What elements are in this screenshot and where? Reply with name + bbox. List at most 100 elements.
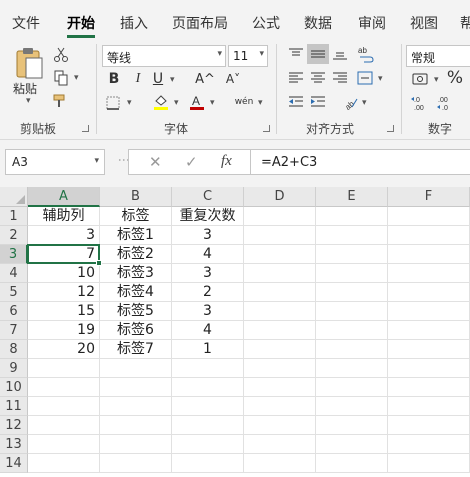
italic-button[interactable]: I (130, 70, 146, 88)
tab-data[interactable]: 数据 (304, 13, 332, 33)
decrease-indent-icon[interactable] (287, 94, 305, 110)
cell-a1[interactable]: 辅助列 (28, 207, 100, 226)
tab-file[interactable]: 文件 (12, 13, 40, 33)
cell-a4[interactable]: 10 (28, 264, 100, 283)
tab-help[interactable]: 帮 (460, 13, 470, 33)
cell-c7[interactable]: 4 (172, 321, 244, 340)
cell-e6[interactable] (316, 302, 388, 321)
cell-a13[interactable] (28, 435, 100, 454)
cell-f10[interactable] (388, 378, 470, 397)
cell-e10[interactable] (316, 378, 388, 397)
clipboard-launcher-icon[interactable] (82, 125, 89, 132)
cell-d9[interactable] (244, 359, 316, 378)
fill-handle[interactable] (96, 260, 102, 266)
cell-f11[interactable] (388, 397, 470, 416)
cell-d2[interactable] (244, 226, 316, 245)
cell-a6[interactable]: 15 (28, 302, 100, 321)
tab-view[interactable]: 视图 (410, 13, 438, 33)
align-right-icon[interactable] (331, 70, 349, 86)
cell-f14[interactable] (388, 454, 470, 473)
cancel-icon[interactable]: ✕ (149, 153, 162, 171)
cell-d12[interactable] (244, 416, 316, 435)
tab-review[interactable]: 审阅 (358, 13, 386, 33)
orientation-icon[interactable]: ab (340, 93, 360, 111)
cell-e14[interactable] (316, 454, 388, 473)
orientation-dropdown-icon[interactable]: ▾ (362, 98, 367, 108)
cell-f13[interactable] (388, 435, 470, 454)
paste-label[interactable]: 粘贴 (13, 80, 37, 97)
format-painter-icon[interactable] (52, 92, 70, 110)
cell-b7[interactable]: 标签6 (100, 321, 172, 340)
accounting-format-icon[interactable] (410, 71, 432, 87)
column-header-a[interactable]: A (28, 187, 100, 207)
accounting-dropdown-icon[interactable]: ▾ (434, 75, 439, 85)
merge-center-icon[interactable] (356, 69, 374, 87)
copy-icon[interactable] (52, 69, 70, 87)
cell-b13[interactable] (100, 435, 172, 454)
cell-c5[interactable]: 2 (172, 283, 244, 302)
row-header-8[interactable]: 8 (0, 340, 28, 359)
formula-input[interactable]: =A2+C3 (250, 149, 470, 175)
cell-d10[interactable] (244, 378, 316, 397)
row-header-7[interactable]: 7 (0, 321, 28, 340)
cell-e4[interactable] (316, 264, 388, 283)
align-center-icon[interactable] (309, 70, 327, 86)
cell-e13[interactable] (316, 435, 388, 454)
cell-d6[interactable] (244, 302, 316, 321)
cell-c13[interactable] (172, 435, 244, 454)
font-color-dropdown-icon[interactable]: ▾ (210, 98, 215, 108)
column-header-e[interactable]: E (316, 187, 388, 207)
phonetic-dropdown-icon[interactable]: ▾ (258, 98, 263, 108)
tab-insert[interactable]: 插入 (120, 13, 148, 33)
cell-e3[interactable] (316, 245, 388, 264)
cell-d4[interactable] (244, 264, 316, 283)
cell-e11[interactable] (316, 397, 388, 416)
cell-a8[interactable]: 20 (28, 340, 100, 359)
cell-f2[interactable] (388, 226, 470, 245)
increase-decimal-icon[interactable]: .0.00 (410, 94, 430, 112)
row-header-3[interactable]: 3 (0, 245, 28, 264)
name-box[interactable]: A3 ▾ (5, 149, 105, 175)
cell-b14[interactable] (100, 454, 172, 473)
cell-d1[interactable] (244, 207, 316, 226)
cell-f4[interactable] (388, 264, 470, 283)
paste-dropdown-icon[interactable]: ▾ (26, 96, 31, 106)
cell-a2[interactable]: 3 (28, 226, 100, 245)
shrink-font-button[interactable]: A˅ (224, 70, 242, 88)
tab-formulas[interactable]: 公式 (252, 13, 280, 33)
row-header-13[interactable]: 13 (0, 435, 28, 454)
row-header-14[interactable]: 14 (0, 454, 28, 473)
select-all-button[interactable] (0, 187, 28, 207)
grow-font-button[interactable]: A^ (195, 70, 215, 88)
tab-home[interactable]: 开始 (67, 13, 95, 33)
underline-dropdown-icon[interactable]: ▾ (170, 75, 175, 85)
cell-e8[interactable] (316, 340, 388, 359)
tab-page-layout[interactable]: 页面布局 (172, 13, 228, 33)
column-header-b[interactable]: B (100, 187, 172, 207)
row-header-2[interactable]: 2 (0, 226, 28, 245)
cell-f6[interactable] (388, 302, 470, 321)
fill-color-icon[interactable] (152, 93, 170, 111)
cell-c8[interactable]: 1 (172, 340, 244, 359)
wrap-text-icon[interactable]: ab (356, 44, 376, 64)
cell-b10[interactable] (100, 378, 172, 397)
row-header-5[interactable]: 5 (0, 283, 28, 302)
bold-button[interactable]: B (106, 70, 122, 88)
cell-e2[interactable] (316, 226, 388, 245)
cell-d14[interactable] (244, 454, 316, 473)
enter-icon[interactable]: ✓ (185, 153, 198, 171)
row-header-6[interactable]: 6 (0, 302, 28, 321)
cell-b5[interactable]: 标签4 (100, 283, 172, 302)
cell-b8[interactable]: 标签7 (100, 340, 172, 359)
cell-c10[interactable] (172, 378, 244, 397)
row-header-9[interactable]: 9 (0, 359, 28, 378)
borders-icon[interactable] (104, 95, 122, 111)
cell-a9[interactable] (28, 359, 100, 378)
fill-color-dropdown-icon[interactable]: ▾ (174, 98, 179, 108)
cell-f12[interactable] (388, 416, 470, 435)
font-launcher-icon[interactable] (263, 125, 270, 132)
cell-a7[interactable]: 19 (28, 321, 100, 340)
paste-icon[interactable] (12, 46, 46, 80)
cell-d5[interactable] (244, 283, 316, 302)
cell-f5[interactable] (388, 283, 470, 302)
